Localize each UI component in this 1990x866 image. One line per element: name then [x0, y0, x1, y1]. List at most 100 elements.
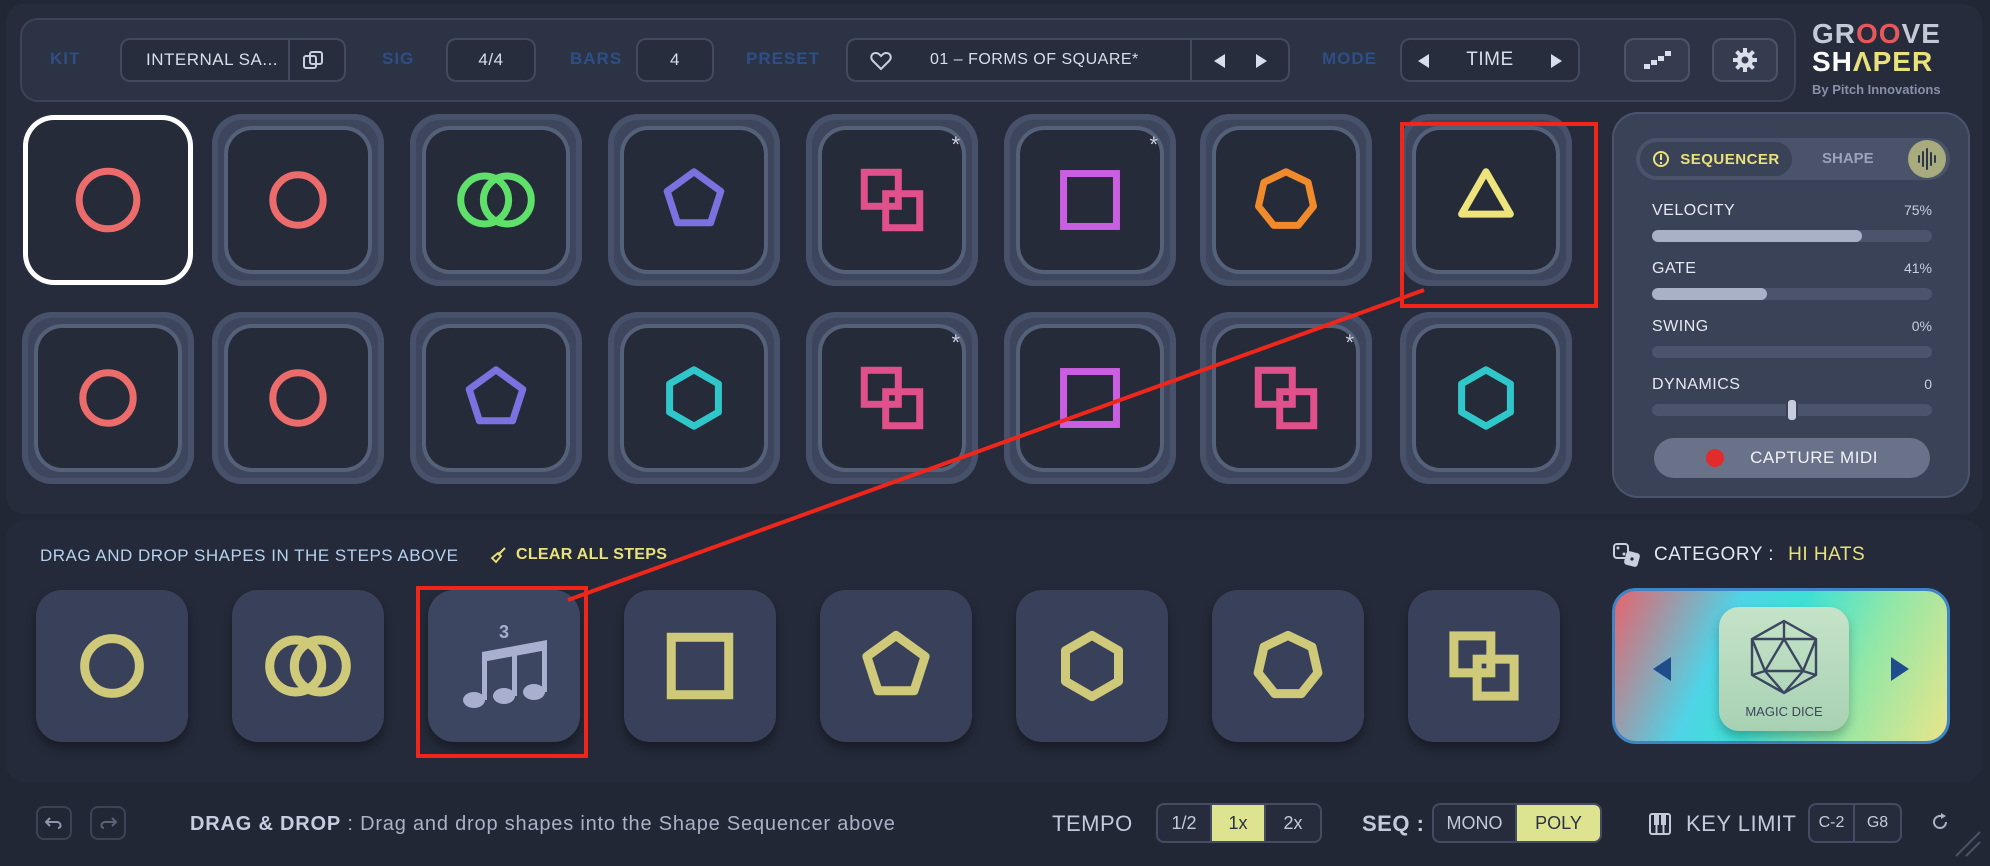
heart-icon[interactable]: [870, 51, 892, 76]
step-slot-6[interactable]: *: [1004, 114, 1176, 286]
velocity-slider[interactable]: [1652, 230, 1932, 242]
modified-marker: *: [951, 330, 960, 355]
preset-label: PRESET: [746, 49, 821, 68]
palette-shape-circle[interactable]: [36, 590, 188, 742]
undo-button[interactable]: [36, 806, 72, 840]
key-limit-low[interactable]: C-2: [1810, 805, 1856, 841]
step-slot-5[interactable]: *: [806, 114, 978, 286]
circle-icon: [75, 167, 141, 233]
tempo-option[interactable]: 1/2: [1158, 805, 1212, 841]
tempo-option[interactable]: 2x: [1266, 805, 1320, 841]
capture-midi-button[interactable]: CAPTURE MIDI: [1654, 438, 1930, 478]
tempo-option[interactable]: 1x: [1212, 805, 1266, 841]
step-slot-16[interactable]: [1400, 312, 1572, 484]
steps-icon: [1644, 51, 1671, 69]
palette-shape-double-square[interactable]: [1408, 590, 1560, 742]
hexagon-icon: [1061, 630, 1123, 702]
kit-label: KIT: [50, 49, 81, 68]
drag-drop-title: DRAG & DROP: [190, 813, 342, 835]
category-label: CATEGORY :: [1654, 544, 1775, 565]
clear-all-steps-button[interactable]: CLEAR ALL STEPS: [490, 546, 667, 564]
key-limit-high[interactable]: G8: [1855, 805, 1900, 841]
seq-mode-option[interactable]: MONO: [1434, 805, 1517, 841]
logo-byline: By Pitch Innovations: [1812, 82, 1941, 97]
tab-sequencer[interactable]: SEQUENCER: [1640, 142, 1792, 176]
circle-icon: [79, 369, 137, 427]
bars-field[interactable]: 4: [636, 38, 714, 82]
velocity-value: 75%: [1903, 202, 1932, 218]
kit-divider: [288, 40, 290, 80]
key-limit-reset-icon[interactable]: [1930, 812, 1950, 837]
category-value: HI HATS: [1788, 544, 1866, 565]
resize-grip-icon[interactable]: [1950, 826, 1982, 863]
magic-dice-panel: MAGIC DICE: [1612, 588, 1950, 744]
double-square-icon: [860, 168, 924, 232]
palette-shape-hexagon[interactable]: [1016, 590, 1168, 742]
step-slot-2[interactable]: [212, 114, 384, 286]
step-slot-11[interactable]: [410, 312, 582, 484]
modified-marker: *: [951, 132, 960, 157]
dynamics-knob[interactable]: [1786, 398, 1798, 422]
triangle-icon: [1458, 168, 1514, 218]
preset-name: 01 – FORMS OF SQUARE*: [930, 51, 1139, 68]
drag-drop-description: : Drag and drop shapes into the Shape Se…: [341, 813, 896, 835]
preset-selector[interactable]: 01 – FORMS OF SQUARE*: [846, 38, 1290, 82]
settings-button[interactable]: [1712, 38, 1778, 82]
palette-shape-double-circle[interactable]: [232, 590, 384, 742]
magic-dice-button[interactable]: MAGIC DICE: [1719, 607, 1849, 731]
circle-icon: [269, 171, 327, 229]
time-signature-value: 4/4: [478, 50, 504, 69]
category-next-icon[interactable]: [1891, 657, 1909, 681]
step-slot-12[interactable]: [608, 312, 780, 484]
palette-shape-square[interactable]: [624, 590, 776, 742]
step-slot-3[interactable]: [410, 114, 582, 286]
double-square-icon: [1449, 631, 1519, 701]
dynamics-slider[interactable]: [1652, 398, 1932, 422]
swing-label: SWING: [1652, 318, 1709, 335]
step-slot-9[interactable]: [22, 312, 194, 484]
key-limit-range: C-2 G8: [1808, 803, 1902, 843]
mode-next-icon[interactable]: [1551, 53, 1562, 73]
category-prev-icon[interactable]: [1653, 657, 1671, 681]
redo-button[interactable]: [90, 806, 126, 840]
step-slot-4[interactable]: [608, 114, 780, 286]
logo-text-triangle: Λ: [1852, 46, 1873, 77]
time-signature-field[interactable]: 4/4: [446, 38, 536, 82]
step-slot-14[interactable]: [1004, 312, 1176, 484]
randomize-steps-button[interactable]: [1624, 38, 1690, 82]
logo-text-ve: VE: [1901, 18, 1941, 49]
preset-next-icon[interactable]: [1256, 53, 1267, 73]
step-slot-8[interactable]: [1400, 114, 1572, 286]
mode-selector[interactable]: TIME: [1400, 38, 1580, 82]
step-slot-7[interactable]: [1200, 114, 1372, 286]
mode-prev-icon[interactable]: [1418, 53, 1429, 73]
dynamics-control: DYNAMICS 0: [1652, 376, 1932, 422]
triplet-number: 3: [498, 622, 509, 642]
waveform-icon: [1918, 148, 1936, 170]
undo-icon: [44, 817, 62, 829]
step-slot-1[interactable]: [22, 114, 194, 286]
circle-icon: [80, 634, 144, 698]
step-slot-13[interactable]: *: [806, 312, 978, 484]
palette-shape-triplet[interactable]: 3: [428, 590, 580, 742]
preset-prev-icon[interactable]: [1214, 53, 1225, 73]
palette-shape-heptagon[interactable]: [1212, 590, 1364, 742]
seq-mode-option[interactable]: POLY: [1517, 805, 1600, 841]
waveform-button[interactable]: [1908, 140, 1946, 178]
kit-selector[interactable]: INTERNAL SA...: [120, 38, 346, 82]
pentagon-icon: [862, 630, 930, 696]
palette-shape-pentagon[interactable]: [820, 590, 972, 742]
d20-icon: [1750, 619, 1818, 695]
swing-slider[interactable]: [1652, 346, 1932, 358]
square-icon: [1060, 170, 1120, 230]
preset-divider: [1190, 40, 1192, 80]
gate-value: 41%: [1903, 260, 1932, 276]
drag-drop-status: DRAG & DROP : Drag and drop shapes into …: [190, 813, 896, 836]
key-limit-label: KEY LIMIT: [1686, 811, 1797, 836]
tab-shape[interactable]: SHAPE: [1822, 150, 1874, 167]
step-slot-10[interactable]: [212, 312, 384, 484]
gate-slider[interactable]: [1652, 288, 1932, 300]
copy-icon[interactable]: [302, 50, 324, 77]
step-slot-15[interactable]: *: [1200, 312, 1372, 484]
double-square-icon: [860, 366, 924, 430]
